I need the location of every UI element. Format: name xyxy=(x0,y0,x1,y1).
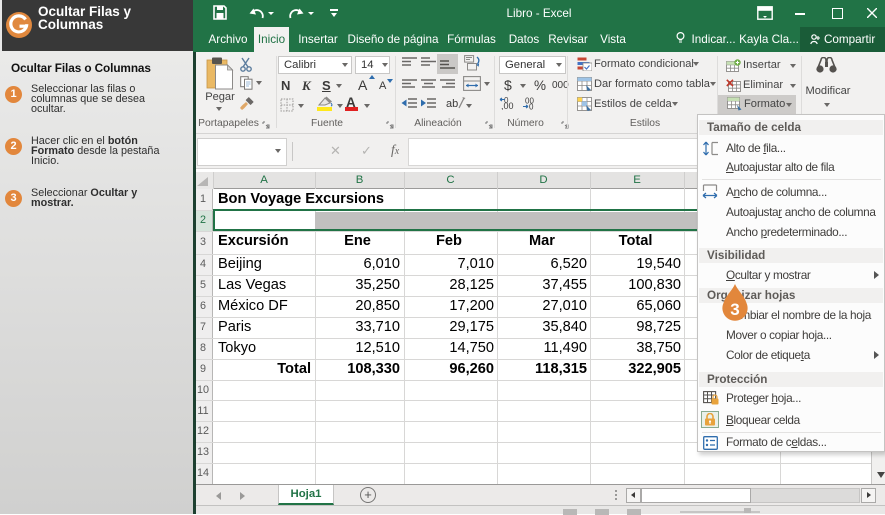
svg-text:3: 3 xyxy=(730,300,739,319)
svg-text:ab: ab xyxy=(446,98,458,110)
svg-text:0: 0 xyxy=(529,103,534,111)
svg-text:0: 0 xyxy=(504,97,509,105)
